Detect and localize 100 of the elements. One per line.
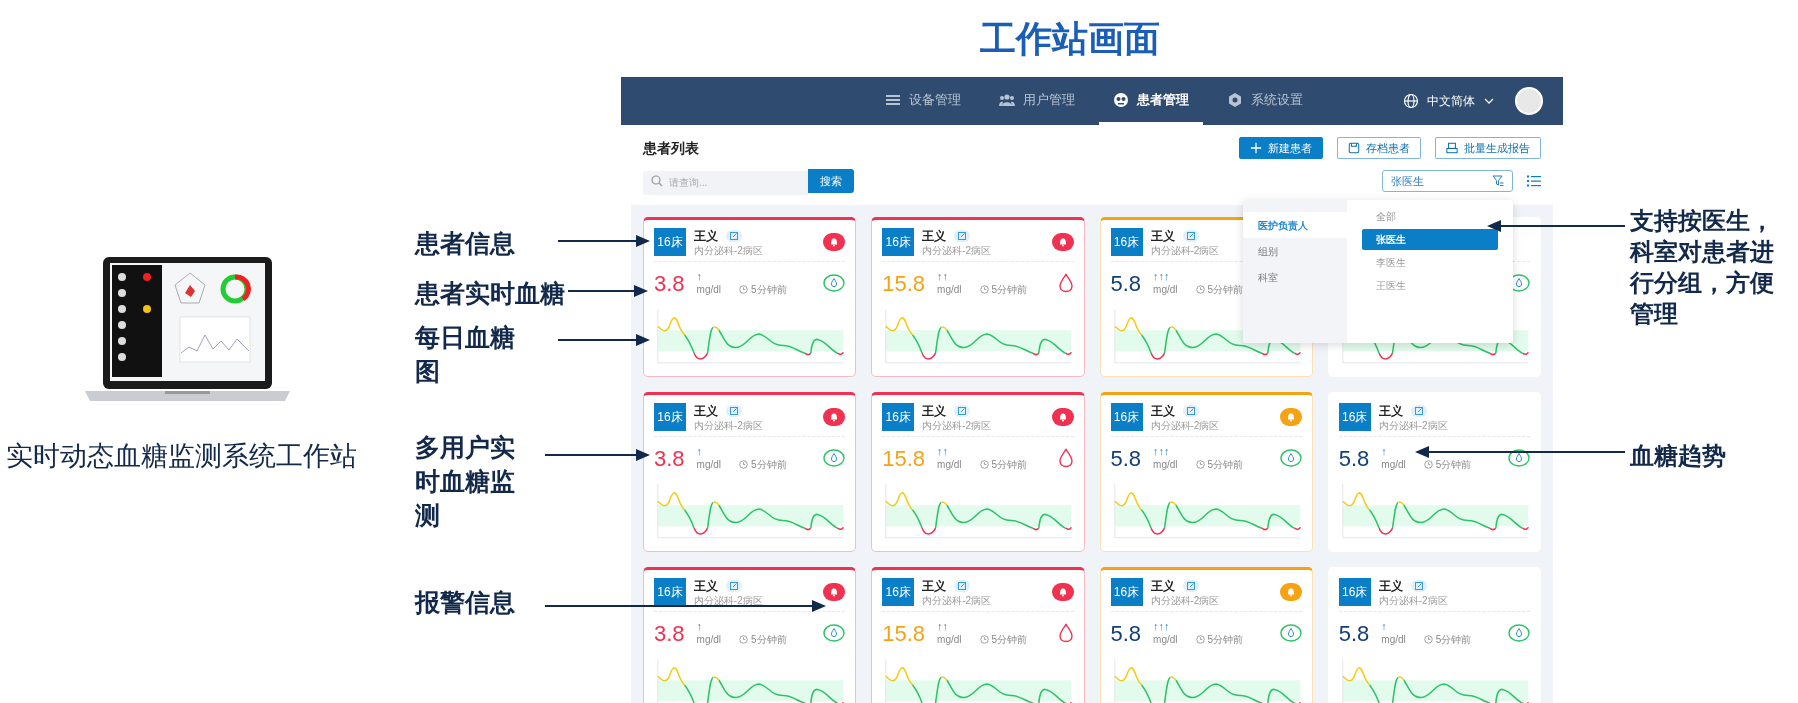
trend-arrows: ↑↑ [937, 445, 950, 458]
unit-label: mg/dl [1153, 283, 1178, 296]
time-label: 5分钟前 [991, 282, 1028, 297]
bell-icon [829, 586, 840, 597]
patient-name: 王义 [922, 227, 947, 245]
time-label: 5分钟前 [1207, 457, 1244, 472]
clock-icon [979, 459, 989, 469]
save-icon [1348, 142, 1360, 154]
edit-button[interactable] [954, 579, 971, 592]
clock-icon [739, 634, 749, 644]
language-selector[interactable]: 中文简体 [1403, 77, 1495, 125]
users-icon [999, 91, 1015, 108]
edit-button[interactable] [1182, 579, 1199, 592]
bed-badge: 16床 [654, 577, 686, 606]
bell-icon [1057, 236, 1068, 247]
glucose-value: 5.8 [1110, 619, 1142, 648]
menu-option[interactable]: 王医生 [1362, 275, 1498, 296]
department-label: 内分泌科-2病区 [1378, 419, 1448, 432]
edit-button[interactable] [1410, 404, 1427, 417]
bed-badge: 16床 [1110, 402, 1143, 431]
nav-tab[interactable]: 患者管理 [1099, 77, 1203, 125]
menu-option[interactable]: 张医生 [1362, 229, 1498, 250]
action-button[interactable]: 新建患者 [1239, 137, 1323, 159]
bed-badge: 16床 [1110, 577, 1143, 606]
menu-option[interactable]: 李医生 [1362, 252, 1498, 273]
edit-button[interactable] [954, 404, 971, 417]
edit-icon [1414, 581, 1423, 590]
annotation-label: 报警信息 [415, 587, 515, 618]
annotation-label: 患者实时血糖 [415, 278, 565, 309]
edit-button[interactable] [1182, 404, 1199, 417]
unit-label: mg/dl [1381, 458, 1406, 471]
department-label: 内分泌科-2病区 [1378, 594, 1448, 607]
edit-button[interactable] [726, 404, 742, 417]
bell-icon [829, 411, 840, 422]
glucose-value: 15.8 [882, 619, 926, 648]
bed-badge: 16床 [1338, 402, 1371, 431]
bed-badge: 16床 [1338, 577, 1371, 606]
bed-badge: 16床 [1110, 227, 1143, 256]
action-button[interactable]: 批量生成报告 [1435, 137, 1541, 159]
list-view-icon [1527, 175, 1541, 187]
search-field[interactable]: 请查询... [643, 170, 808, 195]
time-label: 5分钟前 [751, 282, 787, 297]
trend-arrows: ↑↑↑ [1153, 270, 1171, 283]
edit-button[interactable] [1410, 579, 1427, 592]
edit-button[interactable] [1182, 229, 1199, 242]
unit-label: mg/dl [696, 458, 722, 471]
menu-option[interactable]: 全部 [1362, 206, 1498, 227]
department-label: 内分泌科-2病区 [1150, 419, 1220, 432]
time-label: 5分钟前 [1207, 282, 1244, 297]
edit-icon [730, 406, 738, 415]
time-label: 5分钟前 [1207, 632, 1244, 647]
glucose-value: 5.8 [1110, 444, 1142, 473]
printer-icon [1446, 142, 1458, 154]
avatar[interactable] [1515, 87, 1543, 115]
nav-tab[interactable]: 用户管理 [985, 77, 1089, 125]
menu-category[interactable]: 医护负责人 [1243, 212, 1347, 238]
action-button[interactable]: 存档患者 [1337, 137, 1421, 159]
patient-name: 王义 [694, 577, 718, 595]
patient-name: 王义 [694, 227, 718, 245]
clock-icon [1195, 284, 1205, 294]
edit-button[interactable] [726, 229, 742, 242]
unit-label: mg/dl [1153, 458, 1178, 471]
nav-tab[interactable]: 设备管理 [871, 77, 975, 125]
search-button[interactable]: 搜索 [808, 169, 854, 193]
clock-icon [979, 284, 989, 294]
bed-badge: 16床 [882, 227, 915, 256]
time-label: 5分钟前 [1435, 632, 1472, 647]
department-label: 内分泌科-2病区 [1150, 594, 1220, 607]
glucose-value: 3.8 [654, 444, 685, 473]
edit-icon [1186, 406, 1195, 415]
slide-title: 工作站画面 [980, 17, 1160, 61]
bell-icon [829, 236, 840, 247]
nav-tab[interactable]: 系统设置 [1213, 77, 1317, 125]
edit-button[interactable] [726, 579, 742, 592]
filter-select[interactable]: 张医生 [1382, 170, 1513, 192]
trend-arrows: ↑ [1381, 620, 1388, 633]
annotation-label: 患者信息 [415, 228, 515, 259]
clock-icon [1195, 459, 1205, 469]
edit-icon [958, 406, 967, 415]
edit-icon [730, 231, 738, 240]
patient-name: 王义 [1150, 577, 1175, 595]
glucose-value: 15.8 [882, 444, 926, 473]
patient-name: 王义 [694, 402, 718, 420]
trend-arrows: ↑ [1381, 445, 1388, 458]
annotation-label: 血糖趋势 [1630, 441, 1727, 471]
annotation-label: 支持按医生，科室对患者进行分组，方便管理 [1630, 206, 1775, 329]
bed-badge: 16床 [882, 577, 915, 606]
glucose-value: 5.8 [1338, 619, 1370, 648]
unit-label: mg/dl [696, 283, 722, 296]
patient-name: 王义 [922, 577, 947, 595]
trend-arrows: ↑↑↑ [1153, 620, 1171, 633]
trend-arrows: ↑ [696, 270, 704, 283]
trend-arrows: ↑↑ [937, 270, 950, 283]
edit-icon [1186, 581, 1195, 590]
patient-name: 王义 [1150, 402, 1175, 420]
page-title: 患者列表 [643, 138, 699, 158]
edit-button[interactable] [954, 229, 971, 242]
trend-arrows: ↑↑↑ [1153, 445, 1171, 458]
patient-name: 王义 [1150, 227, 1175, 245]
plus-icon [1250, 142, 1262, 154]
